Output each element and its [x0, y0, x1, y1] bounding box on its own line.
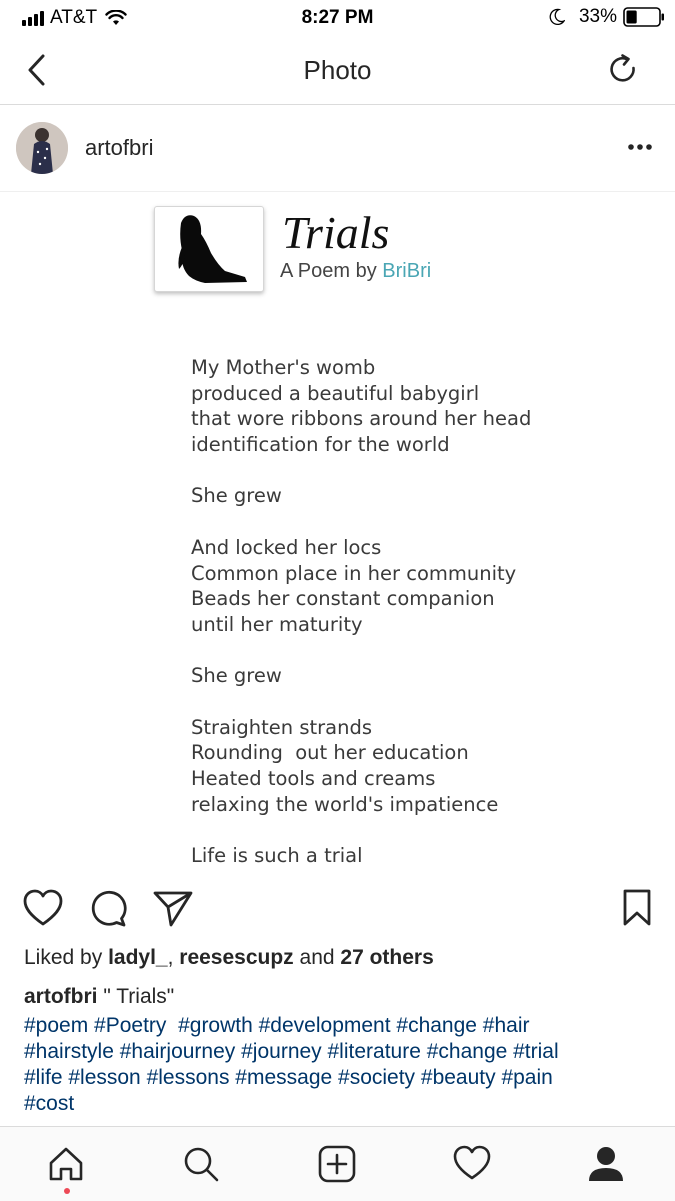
poem-line: relaxing the world's impatience: [191, 792, 499, 816]
poem-line: until her maturity: [191, 612, 363, 636]
avatar[interactable]: [16, 122, 68, 174]
caption: artofbri " Trials": [24, 985, 174, 1009]
poem-line: [191, 509, 531, 535]
tab-activity[interactable]: [451, 1143, 493, 1185]
liker-2[interactable]: reesescupz: [179, 946, 293, 969]
more-options-icon[interactable]: [627, 143, 653, 151]
poem-title: Trials: [282, 207, 390, 258]
post-header: artofbri: [0, 105, 675, 192]
hashtag-line[interactable]: #hairstyle #hairjourney #journey #litera…: [24, 1039, 654, 1065]
poem-line: And locked her locs: [191, 535, 382, 559]
likes-prefix: Liked by: [24, 946, 109, 969]
profile-icon: [589, 1147, 623, 1181]
poem-byline: A Poem by BriBri: [280, 260, 431, 283]
likes-separator: ,: [167, 946, 180, 969]
activity-heart-icon: [453, 1145, 491, 1180]
poem-line: Beads her constant companion: [191, 587, 495, 611]
refresh-icon[interactable]: [607, 53, 639, 87]
poem-line: Life is such a trial: [191, 844, 363, 868]
byline-prefix: A Poem by: [280, 260, 383, 282]
avatar-image: [16, 122, 68, 174]
poem-line: [191, 638, 531, 664]
heart-icon[interactable]: [22, 888, 64, 928]
hashtag-line[interactable]: #life #lesson #lessons #message #society…: [24, 1065, 654, 1091]
poem-line: She grew: [191, 664, 282, 688]
poem-line: produced a beautiful babygirl: [191, 381, 480, 405]
post-actions: [0, 880, 675, 940]
home-icon: [49, 1147, 83, 1181]
share-icon[interactable]: [152, 888, 194, 928]
poem-text: My Mother's womb produced a beautiful bab…: [191, 355, 531, 869]
poem-line: identification for the world: [191, 433, 450, 457]
tab-profile[interactable]: [585, 1143, 627, 1185]
poem-thumbnail: [154, 206, 264, 292]
poem-line: [191, 458, 531, 484]
hashtag-line[interactable]: #cost: [24, 1091, 654, 1117]
caption-text: " Trials": [97, 985, 175, 1008]
status-bar: AT&T 8:27 PM 33%: [0, 0, 675, 36]
poem-line: Heated tools and creams: [191, 767, 436, 790]
battery-icon: [623, 7, 664, 27]
add-post-icon: [318, 1145, 356, 1183]
comment-icon[interactable]: [88, 888, 128, 928]
battery-percent: 33%: [578, 6, 617, 27]
liker-1[interactable]: ladyl_: [108, 946, 168, 969]
notification-dot: [64, 1188, 70, 1194]
hashtag-line[interactable]: #poem #Poetry #growth #development #chan…: [24, 1013, 654, 1039]
hashtags: #poem #Poetry #growth #development #chan…: [24, 1013, 654, 1117]
likes-summary[interactable]: Liked by ladyl_, reesescupz and 27 other…: [24, 946, 434, 970]
likes-middle: and: [293, 946, 341, 969]
bookmark-icon[interactable]: [621, 888, 653, 928]
status-right: 33%: [549, 6, 665, 28]
poem-line: She grew: [191, 484, 282, 508]
moon-icon: [549, 8, 565, 25]
caption-username[interactable]: artofbri: [24, 985, 98, 1008]
search-icon: [184, 1147, 219, 1182]
poem-line: Rounding out her education: [191, 741, 469, 765]
tab-bar: [0, 1126, 675, 1201]
page-title: Photo: [303, 55, 372, 85]
poem-line: My Mother's womb: [191, 356, 376, 379]
post-username[interactable]: artofbri: [85, 135, 153, 161]
poem-line: [191, 817, 531, 843]
tab-search[interactable]: [180, 1143, 222, 1185]
poem-line: [191, 689, 531, 715]
post-image[interactable]: Trials A Poem by BriBri My Mother's womb…: [0, 192, 675, 880]
tab-add-post[interactable]: [316, 1143, 358, 1185]
likes-others[interactable]: 27 others: [340, 946, 433, 969]
poem-author: BriBri: [382, 260, 432, 282]
silhouette-image: [178, 215, 247, 283]
poem-line: that wore ribbons around her head: [191, 407, 532, 431]
tab-home[interactable]: [45, 1143, 87, 1185]
poem-line: Common place in her community: [191, 561, 517, 585]
poem-line: Straighten strands: [191, 715, 373, 739]
nav-bar: Photo: [0, 36, 675, 105]
